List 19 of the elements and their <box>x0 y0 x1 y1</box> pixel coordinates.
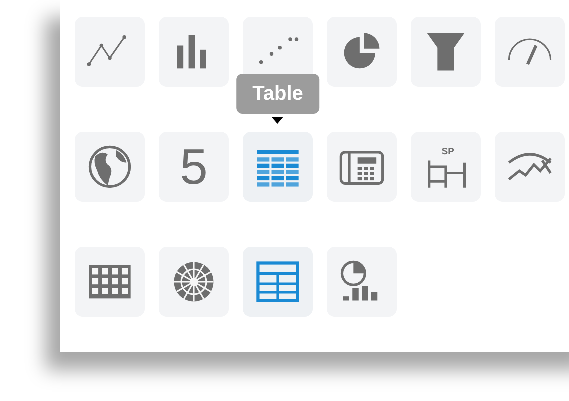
number-five: 5 <box>180 142 208 192</box>
chart-type-tile[interactable]: 5 <box>159 132 229 202</box>
chart-type-tile[interactable] <box>159 17 229 87</box>
chart-type-tile[interactable] <box>495 132 565 202</box>
chart-type-tile[interactable] <box>495 17 565 87</box>
chart-type-tile[interactable] <box>327 17 397 87</box>
chart-type-tile[interactable] <box>75 132 145 202</box>
tooltip-arrow-icon <box>272 117 284 124</box>
chart-type-tile[interactable] <box>327 247 397 317</box>
chart-type-tile[interactable] <box>75 247 145 317</box>
sp-label: SP <box>442 146 454 156</box>
chart-type-tile[interactable] <box>327 132 397 202</box>
chart-type-tile[interactable] <box>159 247 229 317</box>
chart-type-tile[interactable] <box>243 132 313 202</box>
chart-type-tile[interactable] <box>243 247 313 317</box>
chart-type-tile[interactable]: SP <box>411 132 481 202</box>
chart-type-tile[interactable] <box>75 17 145 87</box>
tooltip: Table <box>236 74 320 114</box>
chart-type-tile[interactable] <box>411 17 481 87</box>
